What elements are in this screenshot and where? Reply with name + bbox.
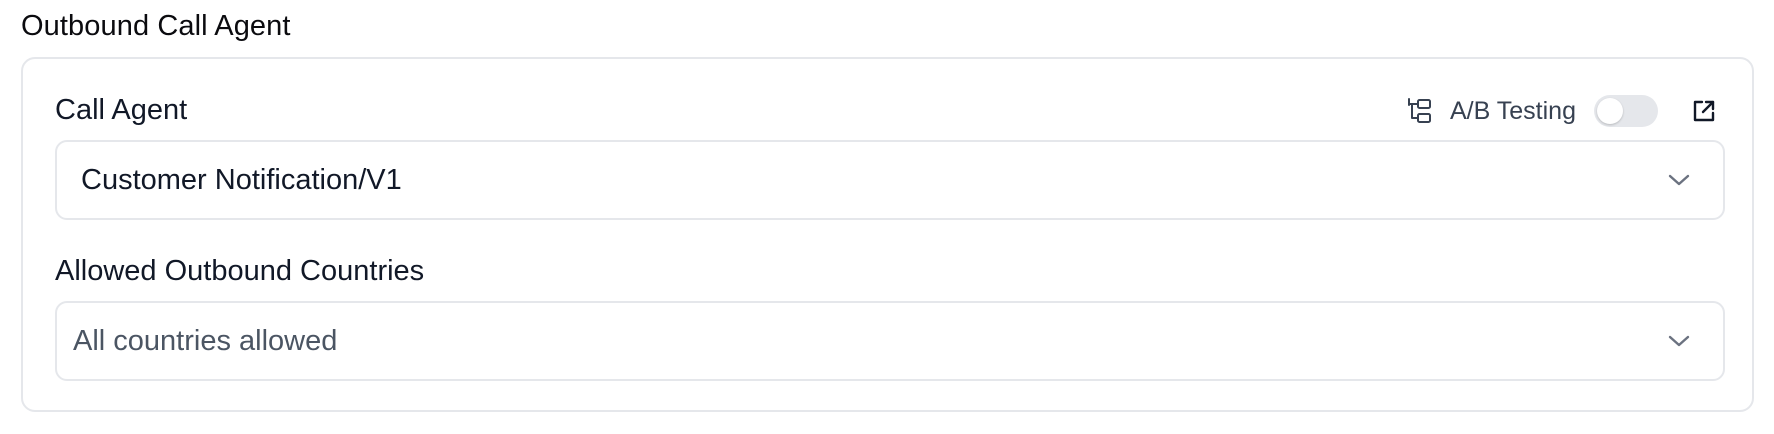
branch-icon xyxy=(1404,96,1434,126)
ab-testing-toggle[interactable] xyxy=(1594,95,1658,127)
ab-testing-label: A/B Testing xyxy=(1449,96,1576,125)
ab-testing-controls: A/B Testing xyxy=(1404,94,1718,128)
outbound-call-agent-card: Call Agent A/B Testing Customer Notifica… xyxy=(21,57,1754,412)
call-agent-label: Call Agent xyxy=(55,94,188,126)
section-title: Outbound Call Agent xyxy=(21,10,291,42)
call-agent-select[interactable]: Customer Notification/V1 xyxy=(55,140,1725,220)
allowed-countries-placeholder: All countries allowed xyxy=(73,324,338,357)
toggle-knob xyxy=(1597,98,1623,124)
allowed-countries-label: Allowed Outbound Countries xyxy=(55,255,425,287)
external-link-icon[interactable] xyxy=(1690,97,1718,125)
allowed-countries-select[interactable]: All countries allowed xyxy=(55,301,1725,381)
call-agent-selected-value: Customer Notification/V1 xyxy=(81,163,402,196)
chevron-down-icon xyxy=(1665,166,1693,194)
chevron-down-icon xyxy=(1665,327,1693,355)
